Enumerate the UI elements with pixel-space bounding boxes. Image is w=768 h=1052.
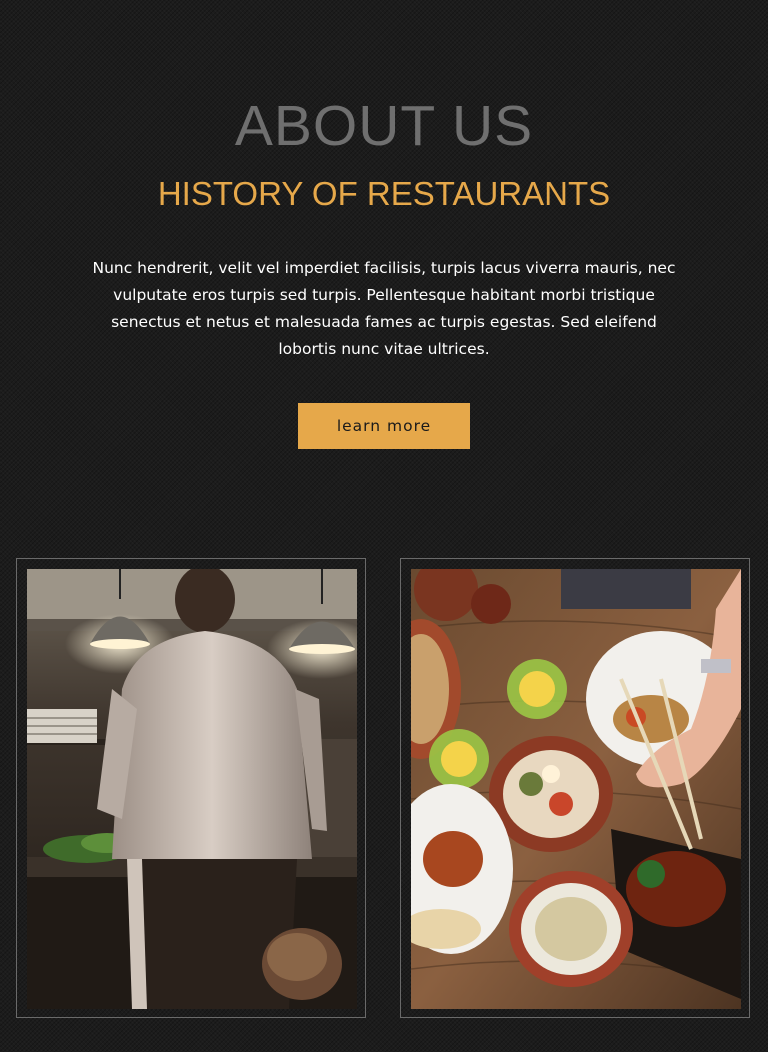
about-paragraph: Nunc hendrerit, velit vel imperdiet faci… bbox=[92, 259, 676, 358]
chef-photo-frame bbox=[16, 558, 366, 1018]
page-title: ABOUT US bbox=[234, 94, 534, 158]
food-image bbox=[411, 569, 741, 1009]
chef-photo[interactable] bbox=[27, 569, 357, 1009]
chef-image bbox=[27, 569, 357, 1009]
about-section: ABOUT US HISTORY OF RESTAURANTS Nunc hen… bbox=[0, 0, 768, 1052]
food-photo[interactable] bbox=[411, 569, 741, 1009]
food-photo-frame bbox=[400, 558, 750, 1018]
section-subtitle: HISTORY OF RESTAURANTS bbox=[157, 175, 611, 212]
learn-more-button[interactable]: learn more bbox=[298, 403, 470, 449]
